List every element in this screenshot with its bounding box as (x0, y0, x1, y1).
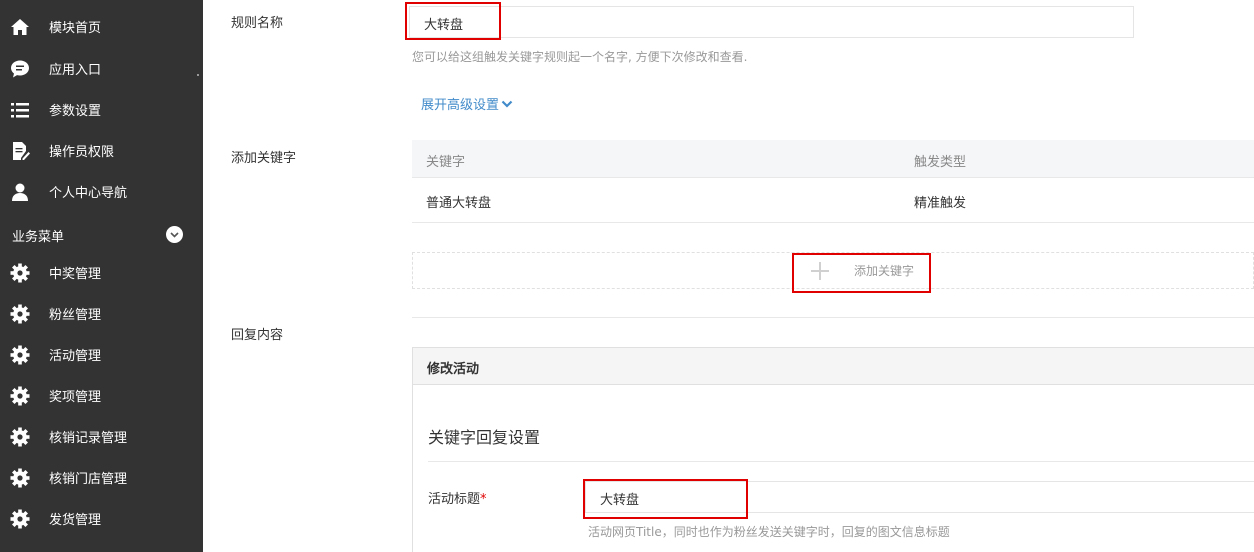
sidebar-item-label: 活动管理 (49, 349, 102, 364)
rule-name-hint: 您可以给这组触发关键字规则起一个名字, 方便下次修改和查看. (412, 50, 748, 64)
required-mark: * (480, 492, 487, 507)
sidebar-item-label: 核销记录管理 (49, 431, 128, 446)
section-label: 业务菜单 (12, 230, 65, 245)
sidebar-item-label: 个人中心导航 (49, 186, 128, 201)
column-header-keyword: 关键字 (426, 155, 466, 170)
add-keyword-label: 添加关键字 (231, 151, 297, 166)
sidebar-item-fans-management[interactable]: 粉丝管理 (0, 293, 203, 334)
sidebar-item-label: 核销门店管理 (49, 472, 128, 487)
gear-icon (9, 508, 31, 530)
gear-icon (9, 262, 31, 284)
highlight-box (583, 479, 748, 519)
sidebar-item-label: 奖项管理 (49, 390, 102, 405)
highlight-box (792, 253, 931, 293)
sidebar-item-label: 中奖管理 (49, 267, 102, 282)
chat-icon (9, 58, 31, 80)
sidebar-item-params[interactable]: 参数设置 (0, 89, 203, 130)
sidebar-item-label: 发货管理 (49, 513, 102, 528)
column-header-trigger-type: 触发类型 (914, 155, 967, 170)
business-menu-header[interactable]: 业务菜单 (0, 219, 203, 249)
gear-icon (9, 344, 31, 366)
edit-activity-panel: 修改活动 关键字回复设置 活动标题* 大转盘 活动网页Title，同时也作为粉丝… (412, 347, 1254, 552)
home-icon (9, 16, 31, 38)
sidebar-item-label: 参数设置 (49, 104, 102, 119)
sidebar-item-label: 模块首页 (49, 21, 102, 36)
sidebar-item-personal-center[interactable]: 个人中心导航 (0, 171, 203, 212)
gear-icon (9, 303, 31, 325)
sidebar-item-prize-management[interactable]: 中奖管理 (0, 252, 203, 293)
table-row[interactable]: 普通大转盘 精准触发 (412, 178, 1254, 223)
user-icon (9, 181, 31, 203)
advanced-settings-link[interactable]: 展开高级设置 (421, 94, 513, 113)
gear-icon (9, 467, 31, 489)
sidebar-item-app-entry[interactable]: 应用入口 (0, 48, 203, 89)
panel-divider (428, 461, 1254, 462)
panel-header: 修改活动 (413, 348, 1254, 385)
list-icon (9, 99, 31, 121)
sidebar-item-verification-stores[interactable]: 核销门店管理 (0, 457, 203, 498)
gear-icon (9, 426, 31, 448)
sidebar: 模块首页 应用入口 参数设置 操作员权限 个人中心导航 业务菜单 中奖管理 粉丝… (0, 0, 203, 552)
keyword-cell: 普通大转盘 (426, 196, 492, 211)
chevron-down-icon[interactable] (166, 226, 183, 243)
rule-name-input[interactable]: 大转盘 (409, 6, 1134, 38)
trigger-type-cell: 精准触发 (914, 196, 967, 211)
advanced-settings-label: 展开高级设置 (421, 98, 500, 113)
reply-content-label: 回复内容 (231, 328, 284, 343)
highlight-box (405, 2, 501, 40)
sidebar-item-label: 应用入口 (49, 63, 102, 78)
sidebar-item-shipping-management[interactable]: 发货管理 (0, 498, 203, 539)
main-content: 规则名称 大转盘 您可以给这组触发关键字规则起一个名字, 方便下次修改和查看. … (203, 0, 1254, 552)
sidebar-item-home[interactable]: 模块首页 (0, 6, 203, 47)
sidebar-item-activity-management[interactable]: 活动管理 (0, 334, 203, 375)
sidebar-item-verification-records[interactable]: 核销记录管理 (0, 416, 203, 457)
panel-title: 修改活动 (427, 362, 480, 377)
activity-title-hint: 活动网页Title，同时也作为粉丝发送关键字时，回复的图文信息标题 (588, 525, 950, 539)
activity-title-label: 活动标题* (428, 492, 487, 507)
rule-name-label: 规则名称 (231, 16, 284, 31)
scroll-indicator-dot (197, 74, 199, 76)
gear-icon (9, 385, 31, 407)
panel-section-title: 关键字回复设置 (428, 428, 541, 447)
sidebar-item-operator-permissions[interactable]: 操作员权限 (0, 130, 203, 171)
sidebar-item-label: 操作员权限 (49, 145, 115, 160)
chevron-down-icon (501, 100, 513, 108)
sidebar-item-label: 粉丝管理 (49, 308, 102, 323)
section-divider (412, 317, 1254, 318)
edit-doc-icon (9, 140, 31, 162)
keyword-table-header: 关键字 触发类型 (412, 140, 1254, 178)
sidebar-item-award-management[interactable]: 奖项管理 (0, 375, 203, 416)
